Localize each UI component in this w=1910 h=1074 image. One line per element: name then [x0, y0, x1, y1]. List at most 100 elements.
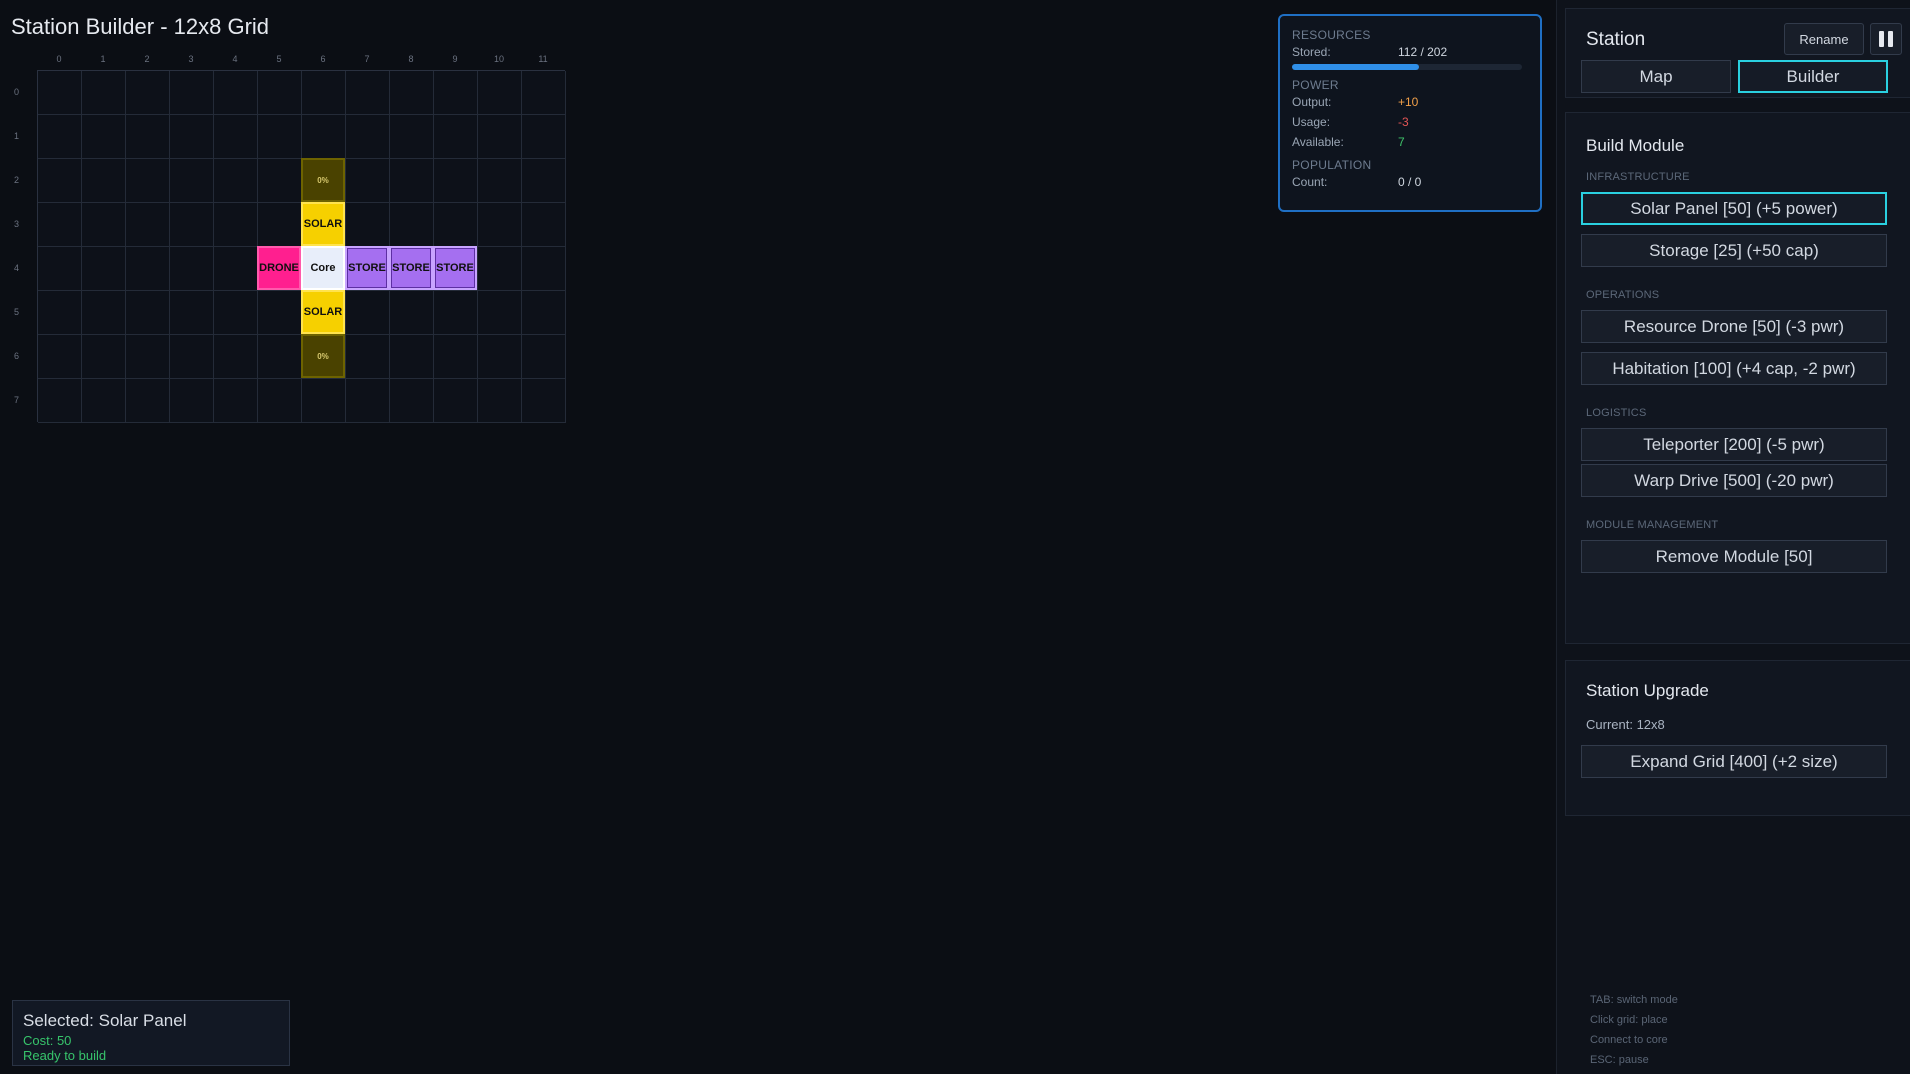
grid-cell[interactable]: [434, 115, 478, 159]
grid-cell[interactable]: [82, 159, 126, 203]
grid-cell[interactable]: [346, 291, 390, 335]
grid-cell[interactable]: [214, 291, 258, 335]
module-drone[interactable]: DRONE: [257, 246, 301, 290]
module-solar-ghost[interactable]: 0%: [301, 158, 345, 202]
grid-cell[interactable]: [478, 247, 522, 291]
tab-map[interactable]: Map: [1581, 60, 1731, 93]
grid-cell[interactable]: [126, 247, 170, 291]
tab-builder[interactable]: Builder: [1738, 60, 1888, 93]
grid-cell[interactable]: [302, 71, 346, 115]
grid-cell[interactable]: [82, 247, 126, 291]
grid-cell[interactable]: [390, 291, 434, 335]
solar-panel-button[interactable]: Solar Panel [50] (+5 power): [1581, 192, 1887, 225]
grid-cell[interactable]: [434, 203, 478, 247]
grid-cell[interactable]: [390, 159, 434, 203]
grid-cell[interactable]: [126, 291, 170, 335]
rename-button[interactable]: Rename: [1784, 23, 1864, 55]
grid-cell[interactable]: [214, 335, 258, 379]
module-solar[interactable]: SOLAR: [301, 202, 345, 246]
grid-cell[interactable]: [170, 115, 214, 159]
grid-cell[interactable]: [38, 71, 82, 115]
grid-cell[interactable]: [478, 379, 522, 423]
grid-cell[interactable]: [170, 71, 214, 115]
grid-cell[interactable]: [390, 379, 434, 423]
module-solar[interactable]: SOLAR: [301, 290, 345, 334]
grid-cell[interactable]: [478, 159, 522, 203]
grid-cell[interactable]: [214, 159, 258, 203]
grid-cell[interactable]: [214, 247, 258, 291]
grid-cell[interactable]: [258, 71, 302, 115]
resource-drone-button[interactable]: Resource Drone [50] (-3 pwr): [1581, 310, 1887, 343]
grid-cell[interactable]: [82, 335, 126, 379]
grid-cell[interactable]: [258, 159, 302, 203]
grid-cell[interactable]: [170, 247, 214, 291]
grid-cell[interactable]: [170, 379, 214, 423]
grid-cell[interactable]: [170, 291, 214, 335]
grid-cell[interactable]: [126, 203, 170, 247]
expand-grid-button[interactable]: Expand Grid [400] (+2 size): [1581, 745, 1887, 778]
grid-cell[interactable]: [38, 247, 82, 291]
grid-cell[interactable]: [346, 115, 390, 159]
grid-cell[interactable]: [478, 115, 522, 159]
grid-cell[interactable]: [522, 291, 566, 335]
grid-cell[interactable]: [434, 335, 478, 379]
grid-cell[interactable]: [478, 203, 522, 247]
grid-cell[interactable]: [434, 159, 478, 203]
module-store[interactable]: STORE: [433, 246, 477, 290]
grid-cell[interactable]: [478, 71, 522, 115]
grid-cell[interactable]: [346, 335, 390, 379]
grid-cell[interactable]: [82, 379, 126, 423]
grid-cell[interactable]: [170, 203, 214, 247]
grid-cell[interactable]: [522, 379, 566, 423]
module-store[interactable]: STORE: [389, 246, 433, 290]
grid-cell[interactable]: [38, 115, 82, 159]
grid-cell[interactable]: [478, 291, 522, 335]
module-solar-ghost[interactable]: 0%: [301, 334, 345, 378]
grid-cell[interactable]: [522, 203, 566, 247]
grid-cell[interactable]: [522, 71, 566, 115]
grid-cell[interactable]: [38, 159, 82, 203]
grid-cell[interactable]: [390, 71, 434, 115]
module-store[interactable]: STORE: [345, 246, 389, 290]
warp-drive-button[interactable]: Warp Drive [500] (-20 pwr): [1581, 464, 1887, 497]
grid-cell[interactable]: [38, 379, 82, 423]
grid-cell[interactable]: [126, 335, 170, 379]
grid-cell[interactable]: [214, 379, 258, 423]
module-core[interactable]: Core: [301, 246, 345, 290]
grid-cell[interactable]: [258, 115, 302, 159]
grid-cell[interactable]: [434, 291, 478, 335]
grid-cell[interactable]: [522, 335, 566, 379]
grid-cell[interactable]: [170, 335, 214, 379]
teleporter-button[interactable]: Teleporter [200] (-5 pwr): [1581, 428, 1887, 461]
grid-cell[interactable]: [478, 335, 522, 379]
grid-cell[interactable]: [258, 203, 302, 247]
pause-button[interactable]: [1870, 23, 1902, 55]
grid-cell[interactable]: [522, 159, 566, 203]
grid-cell[interactable]: [390, 115, 434, 159]
grid-cell[interactable]: [390, 203, 434, 247]
remove-module-button[interactable]: Remove Module [50]: [1581, 540, 1887, 573]
grid-cell[interactable]: [38, 203, 82, 247]
grid-cell[interactable]: [346, 379, 390, 423]
grid-cell[interactable]: [170, 159, 214, 203]
habitation-button[interactable]: Habitation [100] (+4 cap, -2 pwr): [1581, 352, 1887, 385]
grid-cell[interactable]: [258, 379, 302, 423]
storage-button[interactable]: Storage [25] (+50 cap): [1581, 234, 1887, 267]
grid-cell[interactable]: [434, 71, 478, 115]
grid-cell[interactable]: [434, 379, 478, 423]
grid-cell[interactable]: [82, 291, 126, 335]
grid-cell[interactable]: [258, 335, 302, 379]
grid-cell[interactable]: [126, 115, 170, 159]
grid-cell[interactable]: [82, 71, 126, 115]
grid-cell[interactable]: [82, 115, 126, 159]
grid-cell[interactable]: [126, 71, 170, 115]
grid-cell[interactable]: [522, 247, 566, 291]
grid-cell[interactable]: [214, 71, 258, 115]
grid-cell[interactable]: [38, 291, 82, 335]
grid-cell[interactable]: [258, 291, 302, 335]
grid-cell[interactable]: [346, 203, 390, 247]
grid-cell[interactable]: [302, 115, 346, 159]
grid-cell[interactable]: [302, 379, 346, 423]
grid-cell[interactable]: [214, 115, 258, 159]
grid-cell[interactable]: [126, 379, 170, 423]
